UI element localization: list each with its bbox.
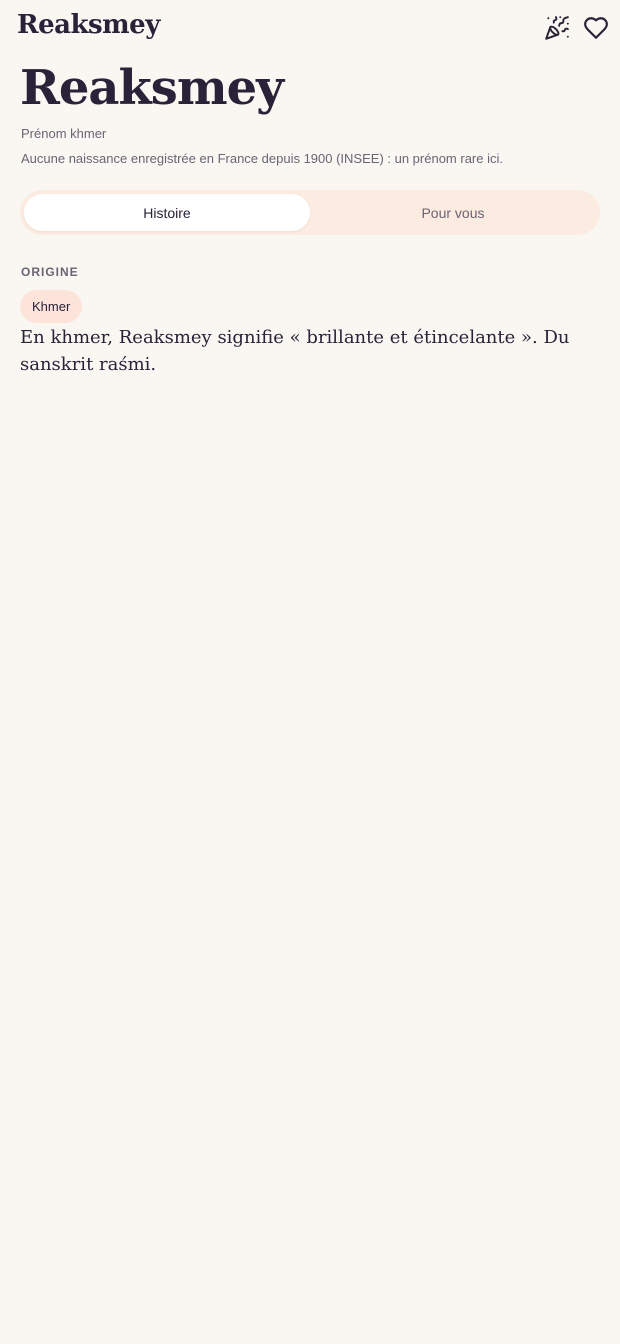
tab-bar: Histoire Pour vous: [20, 190, 600, 235]
rarity-note: Aucune naissance enregistrée en France d…: [21, 151, 503, 166]
name-title: Reaksmey: [20, 60, 284, 116]
tab-pour-vous[interactable]: Pour vous: [310, 194, 596, 231]
heart-icon[interactable]: [583, 15, 609, 41]
origin-badge: Khmer: [20, 290, 83, 323]
origin-section-label: ORIGINE: [21, 265, 79, 279]
app-title: Reaksmey: [17, 10, 160, 40]
origin-description: En khmer, Reaksmey signifie « brillante …: [20, 327, 570, 375]
tab-histoire[interactable]: Histoire: [24, 194, 310, 231]
party-popper-icon[interactable]: [544, 15, 570, 41]
top-bar: Reaksmey: [0, 0, 620, 56]
name-category: Prénom khmer: [21, 126, 107, 141]
